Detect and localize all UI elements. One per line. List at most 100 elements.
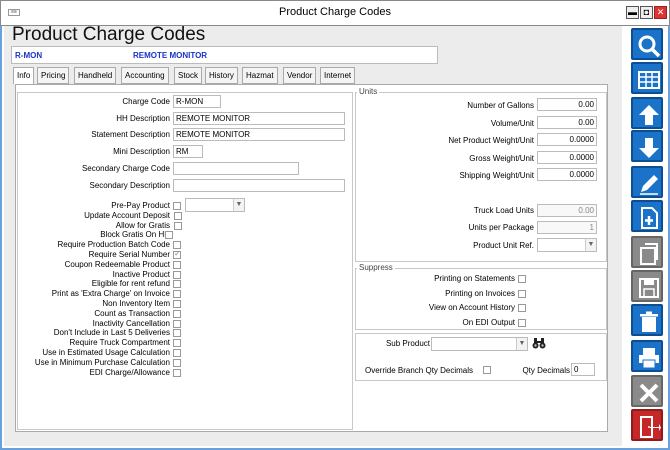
new-document-icon xyxy=(641,207,658,229)
override-branch-qty-decimals-label: Override Branch Qty Decimals xyxy=(365,366,474,375)
option-checkbox[interactable] xyxy=(173,241,181,250)
units-per-package-label: Units per Package xyxy=(468,223,534,232)
chevron-down-icon: ▼ xyxy=(585,239,596,251)
checkbox-label: Inactivity Cancellation xyxy=(92,318,170,328)
tab-info[interactable]: Info xyxy=(13,67,35,85)
override-branch-qty-decimals-checkbox[interactable] xyxy=(483,366,491,374)
option-checkbox[interactable] xyxy=(173,202,181,210)
suppress-label: View on Account History xyxy=(428,303,515,312)
option-checkbox[interactable] xyxy=(173,339,181,348)
option-checkbox[interactable] xyxy=(173,280,181,289)
trash-icon xyxy=(640,311,658,332)
print-button[interactable] xyxy=(631,340,663,372)
suppress-checkbox[interactable] xyxy=(518,275,526,283)
tab-hazmat[interactable]: Hazmat xyxy=(242,67,278,84)
print-icon xyxy=(639,348,659,369)
tab-vendor[interactable]: Vendor xyxy=(283,67,317,84)
pre-pay-dropdown[interactable]: ▼ xyxy=(185,198,245,212)
arrow-down-icon xyxy=(639,138,659,158)
checkbox-label: Use in Estimated Usage Calculation xyxy=(42,348,170,357)
truck-load-units-field[interactable]: 0.00 xyxy=(537,204,597,217)
hh-description-label: HH Description xyxy=(116,114,170,123)
units-per-package-field[interactable]: 1 xyxy=(537,221,597,234)
previous-record-button[interactable] xyxy=(631,97,663,129)
binoculars-icon[interactable] xyxy=(532,337,546,350)
units-field-value[interactable]: 0.0000 xyxy=(537,150,597,164)
option-checkbox[interactable] xyxy=(173,249,181,259)
tab-accounting[interactable]: Accounting xyxy=(121,67,169,84)
statement-description-field[interactable]: REMOTE MONITOR xyxy=(173,128,345,141)
units-field-label: Volume/Unit xyxy=(490,118,534,128)
mini-description-label: Mini Description xyxy=(113,147,170,156)
suppress-checkbox[interactable] xyxy=(518,289,526,298)
suppress-checkbox[interactable] xyxy=(518,304,526,312)
chevron-down-icon: ▼ xyxy=(233,199,244,211)
units-field-value[interactable]: 0.00 xyxy=(537,115,597,129)
edit-pencil-icon xyxy=(640,175,658,195)
units-field-value[interactable]: 0.0000 xyxy=(537,168,597,182)
tab-handheld[interactable]: Handheld xyxy=(74,67,117,84)
maximize-button[interactable]: ◘ xyxy=(640,6,653,19)
checkbox-label: Inactive Product xyxy=(112,269,170,279)
truck-load-units-label: Truck Load Units xyxy=(473,206,534,215)
suppress-label: Printing on Statements xyxy=(434,274,515,283)
next-record-button[interactable] xyxy=(631,130,663,162)
grid-view-button[interactable] xyxy=(631,62,663,94)
product-unit-ref-label: Product Unit Ref. xyxy=(473,241,534,250)
tab-stock[interactable]: Stock xyxy=(174,67,203,84)
checkbox-label: Require Serial Number xyxy=(88,250,170,259)
copy-record-button[interactable] xyxy=(631,236,663,268)
minimize-button[interactable]: ▬ xyxy=(626,6,639,19)
sub-product-dropdown[interactable]: ▼ xyxy=(431,337,528,351)
tab-pricing[interactable]: Pricing xyxy=(37,67,70,84)
tab-internet[interactable]: Internet xyxy=(320,67,356,84)
search-button[interactable] xyxy=(631,28,663,60)
hh-description-field[interactable]: REMOTE MONITOR xyxy=(173,112,345,125)
option-checkbox[interactable] xyxy=(173,358,181,367)
suppress-label: Printing on Invoices xyxy=(445,288,515,298)
option-checkbox[interactable] xyxy=(173,290,181,299)
cancel-button[interactable] xyxy=(631,375,663,407)
checkbox-label: Count as Transaction xyxy=(94,308,170,318)
option-checkbox[interactable] xyxy=(173,300,181,308)
exit-button[interactable] xyxy=(631,409,663,441)
page-title: Product Charge Codes xyxy=(12,24,206,45)
checkbox-label: Don't Include in Last 5 Deliveries xyxy=(53,328,170,338)
option-checkbox[interactable] xyxy=(173,270,181,279)
save-button[interactable] xyxy=(631,270,663,302)
mini-description-field[interactable]: RM xyxy=(173,145,203,158)
product-unit-ref-dropdown[interactable]: ▼ xyxy=(537,238,597,252)
delete-button[interactable] xyxy=(631,304,663,336)
qty-decimals-value: 0 xyxy=(574,365,579,374)
option-checkbox[interactable] xyxy=(173,368,181,377)
option-checkbox[interactable] xyxy=(174,221,182,230)
charge-code-field[interactable]: R-MON xyxy=(173,95,221,108)
option-checkbox[interactable] xyxy=(173,349,181,357)
sub-product-label: Sub Product xyxy=(385,339,430,348)
units-field-label: Gross Weight/Unit xyxy=(469,153,534,163)
close-window-button[interactable]: ✕ xyxy=(654,6,667,19)
suppress-label: On EDI Output xyxy=(462,317,515,327)
arrow-up-icon xyxy=(639,105,659,125)
option-checkbox[interactable] xyxy=(173,329,181,338)
edit-button[interactable] xyxy=(631,166,663,198)
units-field-value[interactable]: 0.0000 xyxy=(537,133,597,147)
secondary-charge-code-label: Secondary Charge Code xyxy=(81,164,170,173)
option-checkbox[interactable] xyxy=(173,309,181,318)
units-field-value[interactable]: 0.00 xyxy=(537,98,597,111)
option-checkbox[interactable] xyxy=(174,211,182,220)
qty-decimals-stepper[interactable]: 0 xyxy=(571,363,595,376)
new-record-button[interactable] xyxy=(631,200,663,232)
option-checkbox[interactable] xyxy=(165,231,173,240)
checkbox-label: Block Gratis On HH xyxy=(100,230,170,240)
secondary-charge-code-field[interactable] xyxy=(173,162,299,175)
secondary-description-field[interactable] xyxy=(173,179,345,192)
suppress-checkbox[interactable] xyxy=(518,318,526,327)
units-field-label: Shipping Weight/Unit xyxy=(459,171,534,181)
option-checkbox[interactable] xyxy=(173,260,181,269)
option-checkbox[interactable] xyxy=(173,319,181,328)
tab-history[interactable]: History xyxy=(205,67,238,84)
close-x-icon xyxy=(639,383,659,403)
checkbox-label: Require Production Batch Code xyxy=(57,240,170,250)
checkbox-label: Use in Minimum Purchase Calculation xyxy=(34,357,170,367)
